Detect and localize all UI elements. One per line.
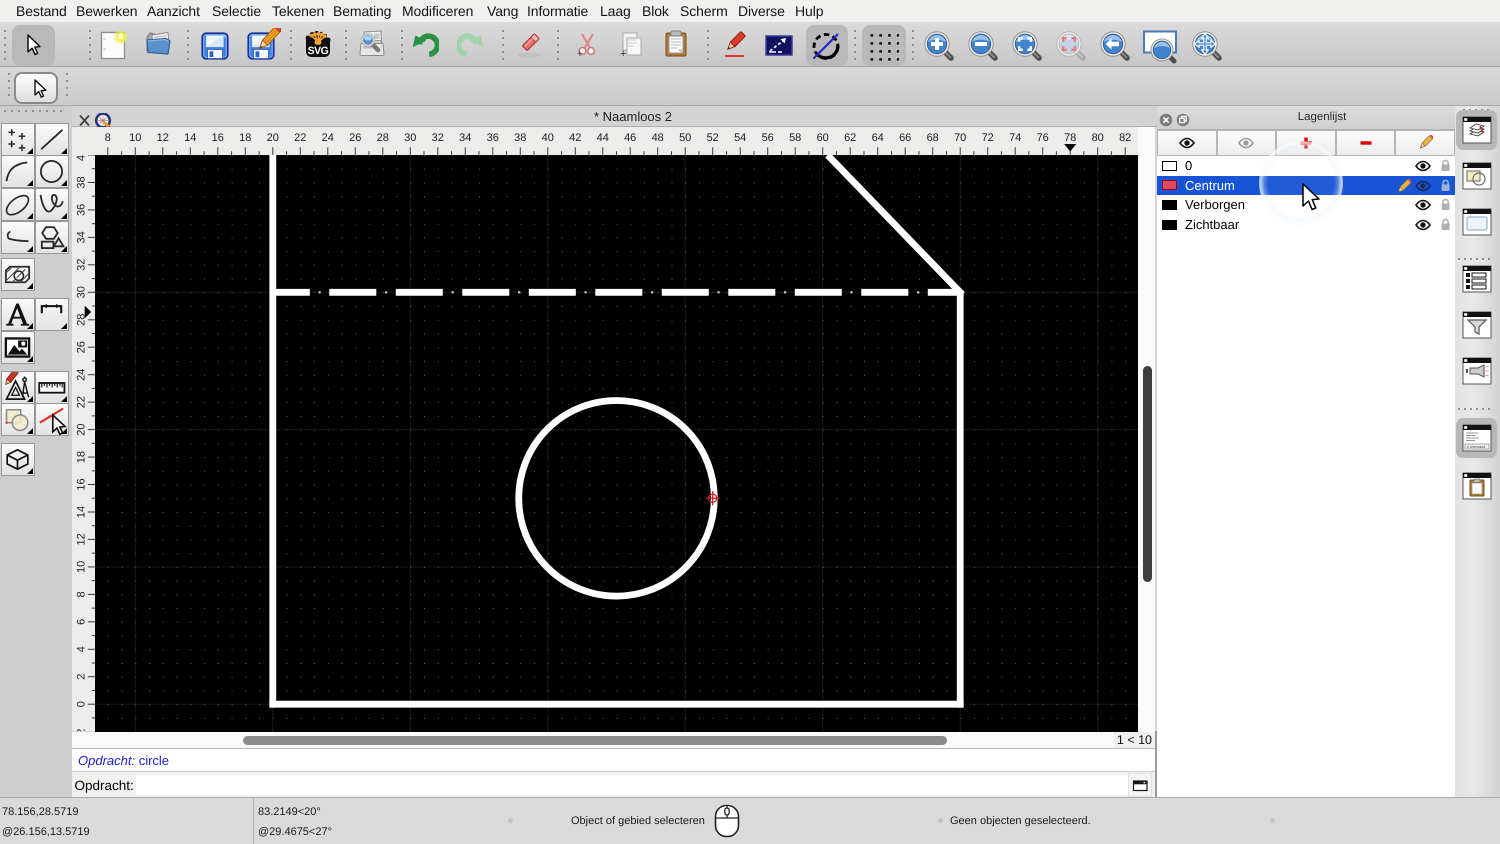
svg-text:32: 32 (432, 132, 444, 144)
svg-text:14: 14 (184, 132, 196, 144)
svg-text:36: 36 (76, 204, 88, 216)
svg-text:6: 6 (76, 619, 88, 625)
svg-text:8: 8 (105, 132, 111, 144)
svg-text:24: 24 (322, 132, 334, 144)
svg-text:58: 58 (789, 132, 801, 144)
svg-text:30: 30 (404, 132, 416, 144)
svg-text:62: 62 (844, 132, 856, 144)
svg-text:10: 10 (129, 132, 141, 144)
svg-text:72: 72 (982, 132, 994, 144)
svg-text:22: 22 (294, 132, 306, 144)
svg-text:34: 34 (76, 231, 88, 243)
svg-text:82: 82 (1119, 132, 1131, 144)
svg-text:56: 56 (762, 132, 774, 144)
svg-text:40: 40 (76, 155, 88, 161)
svg-text:74: 74 (1009, 132, 1021, 144)
svg-text:18: 18 (76, 451, 88, 463)
svg-text:38: 38 (76, 176, 88, 188)
svg-text:16: 16 (76, 478, 88, 490)
svg-text:68: 68 (927, 132, 939, 144)
svg-text:+: + (577, 49, 583, 59)
svg-text:0: 0 (76, 701, 88, 707)
svg-text:24: 24 (76, 369, 88, 381)
svg-text:42: 42 (569, 132, 581, 144)
svg-text:36: 36 (487, 132, 499, 144)
svg-text:78: 78 (1064, 132, 1076, 144)
svg-text:20: 20 (267, 132, 279, 144)
svg-text:22: 22 (76, 396, 88, 408)
svg-text:4: 4 (76, 646, 88, 652)
svg-text:26: 26 (76, 341, 88, 353)
svg-text:52: 52 (707, 132, 719, 144)
svg-text:70: 70 (954, 132, 966, 144)
svg-text:16: 16 (212, 132, 224, 144)
svg-text:76: 76 (1037, 132, 1049, 144)
svg-text:48: 48 (652, 132, 664, 144)
svg-text:2: 2 (76, 674, 88, 680)
svg-text:34: 34 (459, 132, 471, 144)
svg-text:8: 8 (76, 591, 88, 597)
svg-text:10: 10 (76, 561, 88, 573)
svg-text:20: 20 (76, 423, 88, 435)
svg-text:44: 44 (597, 132, 609, 144)
svg-text:40: 40 (542, 132, 554, 144)
svg-text:18: 18 (239, 132, 251, 144)
svg-text:60: 60 (817, 132, 829, 144)
svg-text:+: + (620, 48, 626, 59)
svg-text:c command: c command (1467, 445, 1485, 449)
svg-text:32: 32 (76, 259, 88, 271)
svg-text:46: 46 (624, 132, 636, 144)
svg-text:12: 12 (76, 533, 88, 545)
svg-text:28: 28 (377, 132, 389, 144)
svg-text:66: 66 (899, 132, 911, 144)
svg-text:54: 54 (734, 132, 746, 144)
svg-text:14: 14 (76, 506, 88, 518)
svg-text:SVG: SVG (308, 45, 329, 57)
svg-text:64: 64 (872, 132, 884, 144)
svg-text:26: 26 (349, 132, 361, 144)
svg-text:80: 80 (1092, 132, 1104, 144)
svg-text:30: 30 (76, 286, 88, 298)
svg-text:2: 2 (76, 729, 88, 731)
svg-text:50: 50 (679, 132, 691, 144)
svg-text:38: 38 (514, 132, 526, 144)
svg-text:12: 12 (157, 132, 169, 144)
